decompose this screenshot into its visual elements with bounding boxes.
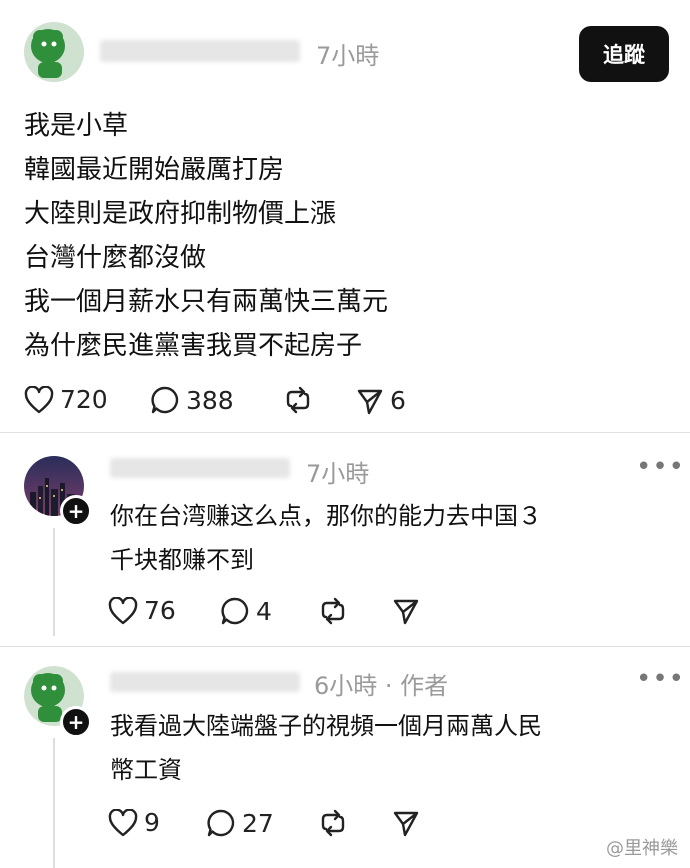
reply-2-like-count: 9 (144, 808, 160, 837)
reply-1-comment-count: 4 (256, 596, 272, 626)
reply-2-username-blurred (110, 672, 300, 692)
post-time: 7小時 (316, 42, 380, 70)
reply-2-more-dots-icon[interactable]: ••• (636, 664, 685, 694)
repost-button[interactable] (283, 386, 313, 414)
heart-icon (24, 385, 54, 413)
watermark: @里神樂 (606, 838, 678, 859)
reply-2-thread-line (53, 738, 55, 868)
reply-1-username-blurred (110, 458, 290, 478)
post-line-6: 為什麼民進黨害我買不起房子 (24, 331, 363, 361)
reply-1-thread-line (53, 528, 55, 636)
reply-2-follow-plus-icon[interactable]: + (60, 706, 92, 738)
reply-2-comment-count: 27 (242, 808, 274, 838)
send-icon (393, 811, 419, 837)
divider-1 (0, 432, 690, 433)
post-username-blurred (100, 40, 300, 62)
repost-icon (286, 386, 310, 414)
repost-icon (321, 809, 345, 837)
reply-2-line-2: 幣工資 (110, 756, 182, 784)
reply-2-line-1: 我看過大陸端盤子的視頻一個月兩萬人民 (110, 712, 542, 740)
reply-1-like-count: 76 (144, 596, 176, 625)
reply-2-time: 6小時 · 作者 (314, 672, 449, 700)
reply-2-comment-button[interactable]: 27 (206, 808, 274, 838)
reply-1-comment-button[interactable]: 4 (220, 596, 272, 626)
post-line-3: 大陸則是政府抑制物價上漲 (24, 199, 337, 229)
like-button[interactable]: 720 (24, 385, 108, 414)
reply-1-line-1: 你在台湾赚这么点，那你的能力去中国３ (110, 502, 542, 530)
heart-icon (108, 596, 138, 624)
send-icon (393, 599, 419, 625)
post-line-2: 韓國最近開始嚴厲打房 (24, 155, 285, 185)
share-button[interactable]: 6 (356, 386, 406, 415)
heart-icon (108, 808, 138, 836)
reply-2-like-button[interactable]: 9 (108, 808, 160, 837)
like-count: 720 (60, 385, 108, 414)
follow-button[interactable]: 追蹤 (579, 26, 669, 82)
send-icon (357, 389, 383, 414)
divider-2 (0, 646, 690, 647)
post-avatar[interactable] (24, 22, 84, 82)
share-count: 6 (390, 386, 406, 415)
reply-1-repost-button[interactable] (318, 597, 348, 625)
reply-1-more-dots-icon[interactable]: ••• (636, 452, 685, 482)
comment-button[interactable]: 388 (150, 385, 234, 415)
post-line-1: 我是小草 (24, 111, 129, 141)
comment-bubble-icon (151, 386, 179, 414)
post-line-4: 台灣什麼都沒做 (24, 243, 207, 273)
reply-1-line-2: 千块都赚不到 (110, 546, 254, 574)
reply-1-share-button[interactable] (392, 597, 420, 625)
post-line-5: 我一個月薪水只有兩萬快三萬元 (24, 287, 389, 317)
comment-bubble-icon (207, 809, 235, 837)
comment-count: 388 (186, 385, 234, 415)
reply-2-repost-button[interactable] (318, 809, 348, 837)
reply-1-like-button[interactable]: 76 (108, 596, 176, 625)
repost-icon (321, 597, 345, 625)
comment-bubble-icon (221, 597, 249, 625)
reply-1-follow-plus-icon[interactable]: + (60, 495, 92, 527)
reply-2-share-button[interactable] (392, 809, 420, 837)
reply-1-time: 7小時 (306, 460, 370, 488)
